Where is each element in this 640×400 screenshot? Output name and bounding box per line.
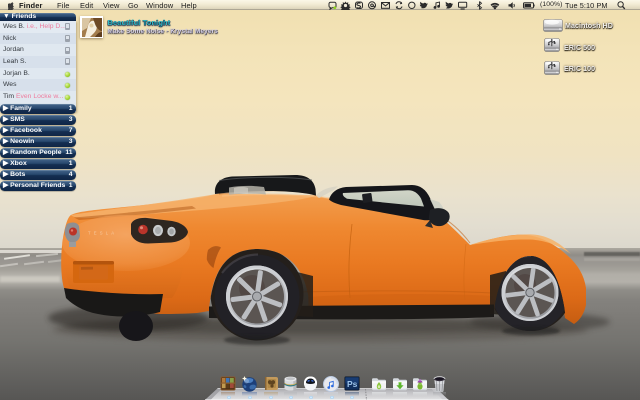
svg-text:Ps: Ps [347,379,358,389]
svg-text:TESLA: TESLA [88,231,117,236]
